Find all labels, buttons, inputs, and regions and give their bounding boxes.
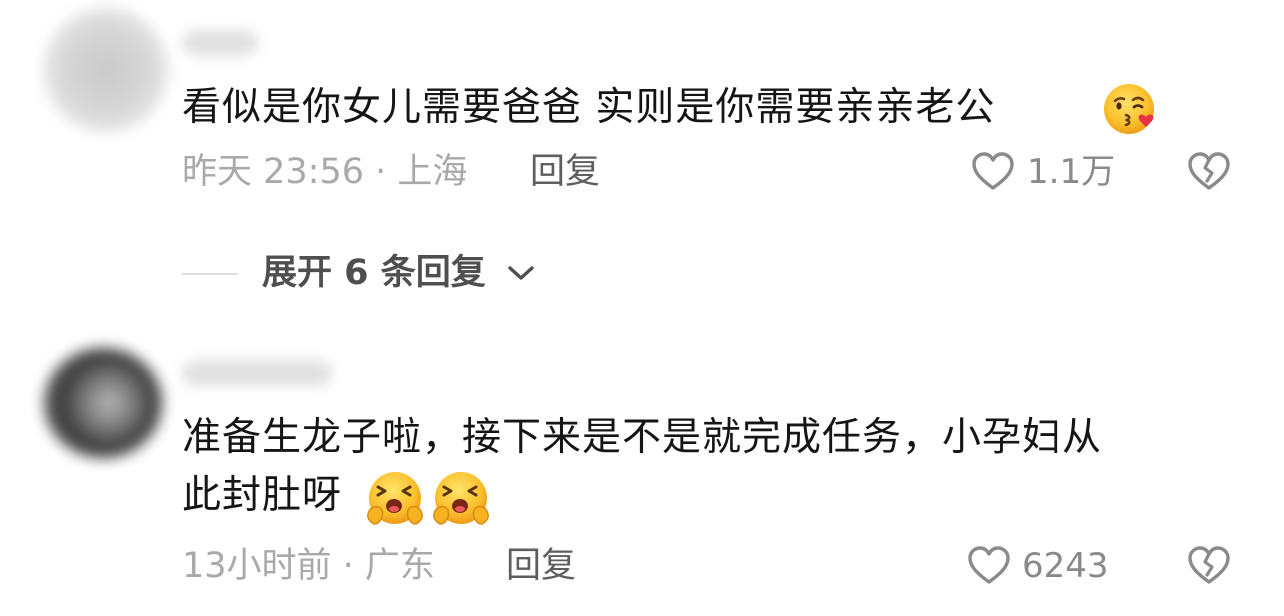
comment-time-location: 昨天 23:56 · 上海 <box>182 152 468 192</box>
username-blurred[interactable] <box>182 360 332 386</box>
reply-button[interactable]: 回复 <box>506 544 576 588</box>
heart-outline-icon <box>972 152 1014 190</box>
comment-time-location: 13小时前 · 广东 <box>182 546 435 586</box>
comment-body: 看似是你女儿需要爸爸 实则是你需要亲亲老公 <box>182 85 996 130</box>
like-count: 6243 <box>1022 546 1109 586</box>
kissing-face-emoji <box>1104 84 1154 134</box>
expand-replies-button[interactable]: 展开 6 条回复 <box>262 250 542 298</box>
broken-heart-icon[interactable] <box>1186 150 1232 192</box>
expand-replies-label: 展开 6 条回复 <box>262 253 486 293</box>
avatar[interactable] <box>44 8 168 132</box>
like-button[interactable]: 1.1万 <box>970 148 1120 196</box>
avatar[interactable] <box>44 348 162 458</box>
laughing-emoji <box>367 472 423 525</box>
like-button[interactable]: 6243 <box>966 542 1126 590</box>
comment-text-line2: 此封肚呀 <box>182 473 343 518</box>
expand-divider <box>182 273 238 275</box>
broken-heart-icon[interactable] <box>1186 544 1232 586</box>
heart-outline-icon <box>968 546 1010 584</box>
reply-button[interactable]: 回复 <box>530 150 600 194</box>
comment-list: 看似是你女儿需要爸爸 实则是你需要亲亲老公 昨天 23:56 · 上海 回复 1… <box>0 0 1284 616</box>
laughing-emoji <box>433 472 489 525</box>
comment-text-line1: 准备生龙子啦，接下来是不是就完成任务，小孕妇从 <box>182 415 1103 460</box>
chevron-down-icon <box>508 266 534 280</box>
like-count: 1.1万 <box>1027 152 1116 192</box>
username-blurred[interactable] <box>182 30 258 56</box>
comment-text: 看似是你女儿需要爸爸 实则是你需要亲亲老公 <box>182 78 995 138</box>
